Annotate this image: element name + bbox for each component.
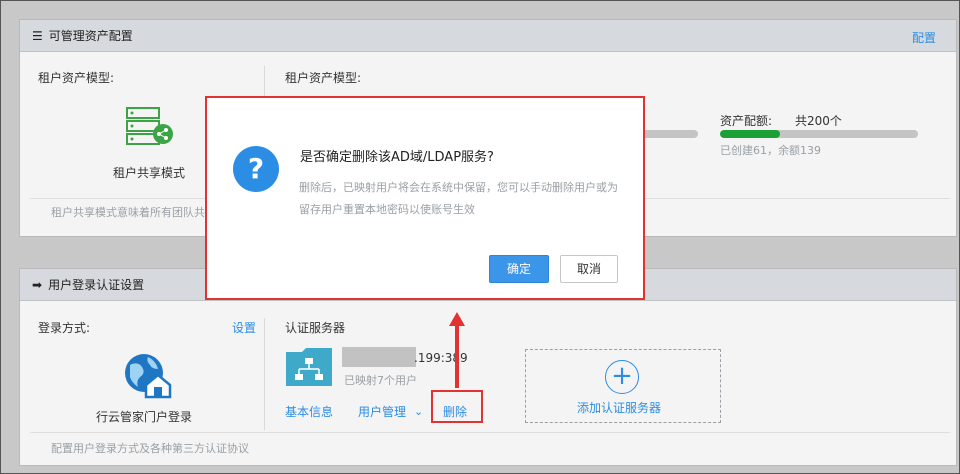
login-auth-title: 用户登录认证设置 [48, 278, 145, 292]
server-address: .199:389 [414, 351, 468, 365]
quota-progress-fill [720, 130, 781, 138]
asset-config-header: ☰ 可管理资产配置 配置 [20, 20, 956, 52]
cancel-button[interactable]: 取消 [560, 255, 618, 283]
masked-address [342, 347, 416, 367]
delete-highlight-box [431, 390, 483, 423]
hidden-progress-bar [640, 130, 698, 138]
annotation-arrow-shaft [455, 324, 459, 388]
footer-note: 配置用户登录方式及各种第三方认证协议 [51, 442, 249, 455]
settings-link[interactable]: 设置 [232, 319, 256, 336]
login-icon: ➡ [32, 277, 43, 292]
quota-detail: 已创建61，余额139 [720, 144, 821, 157]
mode-description: 租户共享模式意味着所有团队共 [51, 206, 205, 219]
right-model-label: 租户资产模型: [285, 71, 362, 85]
mode-name: 租户共享模式 [113, 166, 186, 180]
auth-server-label: 认证服务器 [285, 321, 346, 335]
annotation-arrow-head [449, 312, 465, 326]
add-server-label[interactable]: 添加认证服务器 [577, 399, 661, 416]
dialog-message-line2: 留存用户重置本地密码以使账号生效 [299, 203, 475, 216]
basic-info-link[interactable]: 基本信息 [285, 403, 333, 420]
quota-label: 资产配额: [720, 114, 773, 128]
server-share-icon [126, 107, 173, 145]
portal-name: 行云管家门户登录 [96, 410, 193, 424]
dialog-message-line1: 删除后，已映射用户将会在系统中保留，您可以手动删除用户或为 [299, 181, 618, 194]
mapped-users: 已映射7个用户 [344, 374, 417, 387]
list-icon: ☰ [32, 28, 43, 43]
chevron-down-icon: ⌄ [414, 405, 424, 418]
globe-home-icon [125, 354, 172, 399]
plus-icon: + [605, 360, 639, 394]
config-link[interactable]: 配置 [912, 29, 936, 46]
quota-total: 共200个 [795, 114, 842, 128]
bottom-panel-rule [30, 432, 950, 433]
left-model-label: 租户资产模型: [38, 71, 115, 85]
dialog-title: 是否确定删除该AD域/LDAP服务? [300, 150, 494, 165]
confirm-button[interactable]: 确定 [489, 255, 549, 283]
asset-config-title: 可管理资产配置 [48, 29, 133, 43]
ldap-folder-icon [286, 348, 332, 386]
login-panel-divider [264, 318, 265, 430]
question-icon: ? [233, 146, 279, 192]
login-method-label: 登录方式: [38, 321, 91, 335]
quota-progress-bar [720, 130, 918, 138]
user-manage-link[interactable]: 用户管理 [358, 403, 406, 420]
